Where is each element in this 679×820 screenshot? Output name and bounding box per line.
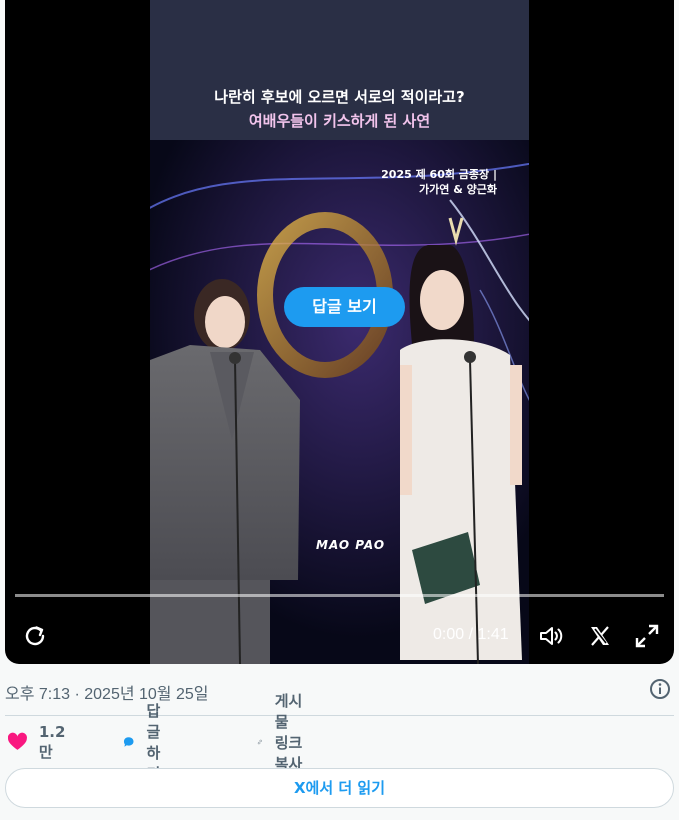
like-button[interactable]: 1.2만 [8, 723, 71, 761]
heart-icon [8, 732, 27, 750]
divider [5, 715, 674, 716]
video-progress-bar[interactable] [15, 594, 664, 597]
video-scene [150, 140, 529, 664]
channel-logo: MAO PAO [316, 538, 386, 552]
video-frame[interactable]: 나란히 후보에 오르면 서로의 적이라고? 여배우들이 키스하게 된 사연 20… [150, 0, 529, 664]
x-logo-icon[interactable] [586, 622, 614, 650]
reply-button[interactable]: 답글하기 [123, 702, 173, 783]
video-player[interactable]: 나란히 후보에 오르면 서로의 적이라고? 여배우들이 키스하게 된 사연 20… [5, 0, 674, 664]
volume-icon[interactable] [537, 622, 565, 650]
view-replies-button[interactable]: 답글 보기 [284, 287, 405, 327]
info-icon[interactable] [649, 678, 671, 700]
speech-bubble-icon [123, 737, 134, 747]
caption-band: 나란히 후보에 오르면 서로의 적이라고? 여배우들이 키스하게 된 사연 [150, 0, 529, 140]
like-count: 1.2만 [38, 722, 66, 761]
event-presenters: 가가연 & 양근화 [419, 183, 497, 196]
replay-icon[interactable] [21, 622, 49, 650]
fullscreen-icon[interactable] [633, 622, 661, 650]
event-title: 2025 제 60회 금종장 | [381, 168, 497, 181]
link-icon [257, 739, 262, 745]
video-time: 0:00 / 1:41 [433, 626, 509, 643]
video-caption-line2: 여배우들이 키스하게 된 사연 [248, 112, 431, 130]
copy-link-button[interactable]: 게시물 링크 복사하기 [257, 692, 307, 794]
tweet-card: 나란히 후보에 오르면 서로의 적이라고? 여배우들이 키스하게 된 사연 20… [0, 0, 679, 820]
tweet-timestamp[interactable]: 오후 7:13 · 2025년 10월 25일 [5, 680, 208, 704]
read-more-on-x-button[interactable]: X에서 더 읽기 [5, 768, 674, 808]
video-caption-line1: 나란히 후보에 오르면 서로의 적이라고? [214, 88, 465, 106]
